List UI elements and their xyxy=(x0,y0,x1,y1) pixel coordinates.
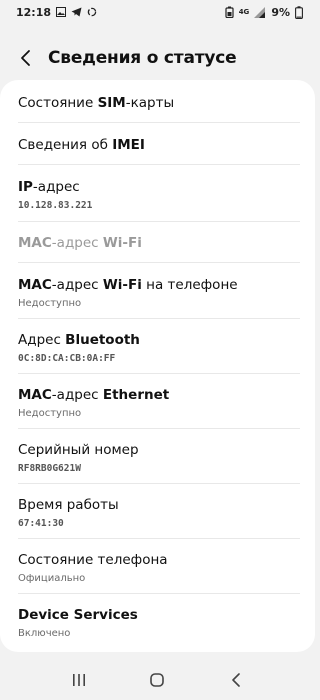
divider xyxy=(18,373,300,374)
battery-saver-icon xyxy=(225,6,234,18)
list-item-bluetooth-address[interactable]: Адрес Bluetooth 0C:8D:CA:CB:0A:FF xyxy=(18,331,300,365)
clock: 12:18 xyxy=(16,5,52,19)
list-item-imei[interactable]: Сведения об IMEI xyxy=(18,136,300,154)
item-title: Сведения об IMEI xyxy=(18,137,145,153)
item-title: Серийный номер xyxy=(18,442,139,458)
signal-icon xyxy=(254,6,266,18)
divider xyxy=(18,164,300,165)
network-type-label: 4G xyxy=(238,7,250,16)
divider xyxy=(18,538,300,539)
header: Сведения о статусе xyxy=(0,38,315,78)
gallery-icon xyxy=(56,7,67,17)
divider xyxy=(18,318,300,319)
back-nav-button[interactable] xyxy=(216,665,256,695)
item-title: MAC-адрес Ethernet xyxy=(18,387,170,403)
divider xyxy=(18,483,300,484)
divider xyxy=(18,593,300,594)
page-title: Сведения о статусе xyxy=(48,48,237,68)
telegram-icon xyxy=(71,7,82,17)
list-item-device-services[interactable]: Device Services Включено xyxy=(18,606,300,640)
home-icon xyxy=(150,673,165,687)
list-item-sim-status[interactable]: Состояние SIM-карты xyxy=(18,94,300,112)
item-value: Включено xyxy=(18,628,71,639)
item-title: IP-адрес xyxy=(18,179,80,195)
home-button[interactable] xyxy=(137,665,177,695)
list-item-ip-address[interactable]: IP-адрес 10.128.83.221 xyxy=(18,178,300,212)
list-item-ethernet-mac[interactable]: MAC-адрес Ethernet Недоступно xyxy=(18,386,300,420)
item-value: RF8RB0G621W xyxy=(18,463,81,474)
list-item-phone-state[interactable]: Состояние телефона Официально xyxy=(18,551,300,585)
divider xyxy=(18,221,300,222)
item-title: Состояние телефона xyxy=(18,552,168,568)
list-item-serial-number[interactable]: Серийный номер RF8RB0G621W xyxy=(18,441,300,475)
item-title: Состояние SIM-карты xyxy=(18,95,175,111)
navigation-bar xyxy=(0,660,315,700)
item-value: 10.128.83.221 xyxy=(18,200,93,211)
chevron-left-icon xyxy=(21,50,30,66)
item-title: MAC-адрес Wi-Fi на телефоне xyxy=(18,277,238,293)
status-list: Состояние SIM-карты Сведения об IMEI IP-… xyxy=(0,80,315,652)
list-item-uptime[interactable]: Время работы 67:41:30 xyxy=(18,496,300,530)
divider xyxy=(18,122,300,123)
item-title: Адрес Bluetooth xyxy=(18,332,140,348)
list-item-wifi-mac: MAC-адрес Wi-Fi xyxy=(18,234,300,252)
item-value: Недоступно xyxy=(18,408,82,419)
divider xyxy=(18,262,300,263)
item-title: Время работы xyxy=(18,497,119,513)
item-title: MAC-адрес Wi-Fi xyxy=(18,235,142,251)
status-bar: 12:18 4G 9% xyxy=(0,0,315,24)
item-value: 67:41:30 xyxy=(18,518,64,529)
item-value: Недоступно xyxy=(18,298,82,309)
recent-apps-icon xyxy=(73,674,86,686)
item-value: Официально xyxy=(18,573,86,584)
back-icon xyxy=(232,673,240,687)
battery-icon xyxy=(295,5,303,19)
divider xyxy=(18,428,300,429)
item-title: Device Services xyxy=(18,607,138,623)
sync-icon xyxy=(87,7,97,17)
recent-apps-button[interactable] xyxy=(59,665,99,695)
back-button[interactable] xyxy=(6,38,46,78)
battery-percent: 9% xyxy=(271,5,290,19)
item-value: 0C:8D:CA:CB:0A:FF xyxy=(18,353,116,364)
list-item-phone-wifi-mac[interactable]: MAC-адрес Wi-Fi на телефоне Недоступно xyxy=(18,276,300,310)
